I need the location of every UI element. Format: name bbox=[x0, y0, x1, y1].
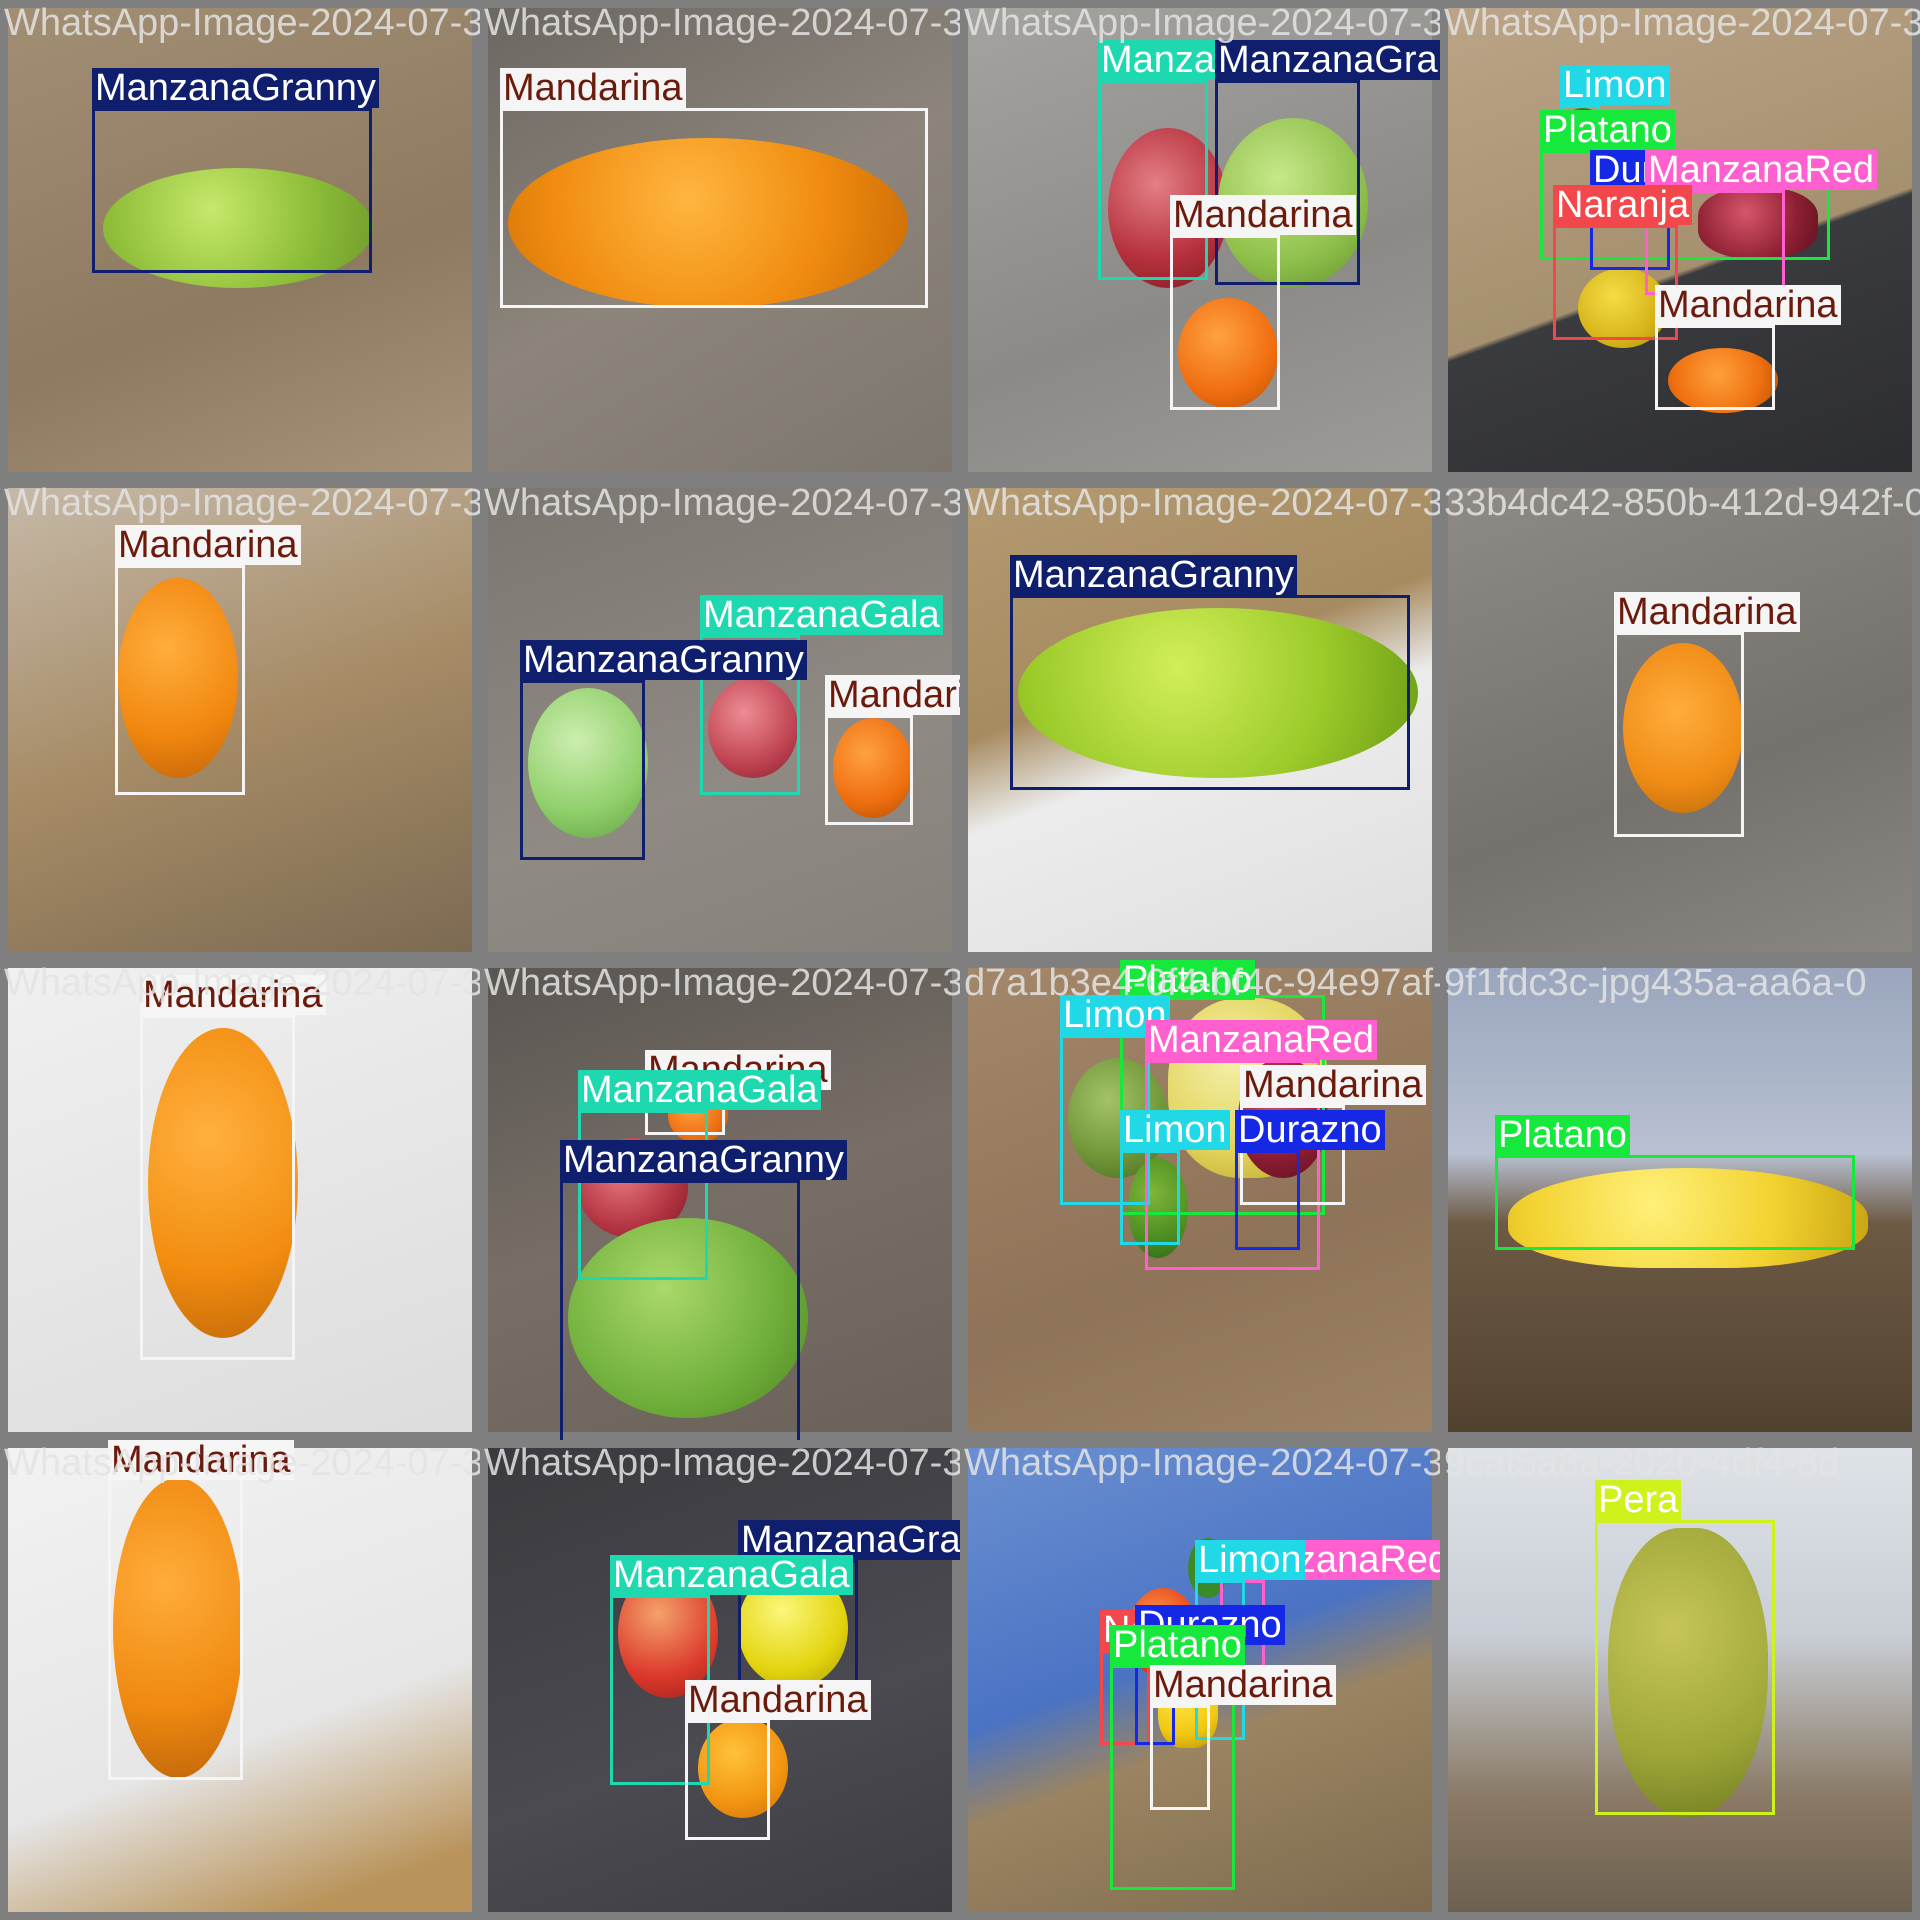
mosaic-tile: WhatsApp-Image-2024-07-31-at-10.21.53-AM… bbox=[480, 0, 960, 480]
mosaic-tile: 9f1fdc3c-jpg435a-aa6a-0 Platano bbox=[1440, 960, 1920, 1440]
class-label-platano: Platano bbox=[1495, 1115, 1630, 1155]
mosaic-tile: WhatsApp-Image-2024-07-31-at-10.21.51-AM… bbox=[0, 0, 480, 480]
bounding-box-pera bbox=[1595, 1520, 1775, 1815]
mosaic-tile: WhatsApp-Image-2024-07-31-at-10.21.52-AM… bbox=[480, 960, 960, 1440]
mosaic-tile: WhatsApp-Image-2024-07-31-at-10.22.36-AM… bbox=[1440, 0, 1920, 480]
bounding-box-mandarina bbox=[108, 1475, 243, 1780]
class-label-durazno: Durazno bbox=[1235, 1110, 1385, 1150]
class-label-manzanagala: ManzanaGala bbox=[700, 595, 943, 635]
class-label-manzanagala: ManzanaGala bbox=[610, 1555, 853, 1595]
class-label-pera: Pera bbox=[1595, 1480, 1682, 1520]
class-label-mandarina: Mandarina bbox=[108, 1440, 294, 1480]
class-label-mandarina: Mandarina bbox=[1655, 285, 1841, 325]
mosaic-tile: WhatsApp-Image-2024-07-31-at-10.22.36-AM… bbox=[960, 0, 1440, 480]
bounding-box-manzanagranny bbox=[520, 680, 645, 860]
bounding-box-mandarina bbox=[685, 1720, 770, 1840]
mosaic-tile: WhatsApp-Image-2024-07-31-at-10.21.51-AM… bbox=[0, 960, 480, 1440]
mosaic-tile: WhatsApp-Image-2024-07-31-at-10.21.52-AM… bbox=[0, 1440, 480, 1920]
mosaic-tile: WhatsApp-Image-2024-07-31-at-10.22.33-AM… bbox=[960, 1440, 1440, 1920]
class-label-limon: Limon bbox=[1195, 1540, 1305, 1580]
bounding-box-platano bbox=[1495, 1155, 1855, 1250]
class-label-mandarina: Mandarina bbox=[500, 68, 686, 108]
class-label-manzanagranny: ManzanaGranny bbox=[1010, 555, 1297, 595]
bounding-box-manzanagranny bbox=[560, 1180, 800, 1440]
class-label-mandarina: Mandarina bbox=[1240, 1065, 1426, 1105]
class-label-manzanared: ManzanaRed bbox=[1145, 1020, 1378, 1060]
bounding-box-mandarina bbox=[1655, 325, 1775, 410]
bounding-box-mandarina bbox=[1170, 235, 1280, 410]
class-label-limon: Limon bbox=[1120, 1110, 1230, 1150]
class-label-manzanagranny: ManzanaGranny bbox=[1215, 40, 1440, 80]
mosaic-tile: d7a1b3e4-0f4-bf4c-94e97af-df03PlatanoLim… bbox=[960, 960, 1440, 1440]
class-label-platano: Platano bbox=[1110, 1625, 1245, 1665]
class-label-manzanagranny: ManzanaGranny bbox=[92, 68, 379, 108]
mosaic-grid: WhatsApp-Image-2024-07-31-at-10.21.51-AM… bbox=[0, 0, 1920, 1920]
bounding-box-limon bbox=[1120, 1150, 1180, 1245]
bounding-box-mandarina bbox=[825, 715, 913, 825]
bounding-box-durazno bbox=[1235, 1150, 1300, 1250]
class-label-mandarina: Mandarina bbox=[1170, 195, 1356, 235]
bounding-box-mandarina bbox=[1150, 1705, 1210, 1810]
class-label-mandarina: Mandarina bbox=[685, 1680, 871, 1720]
class-label-mandarina: Mandarina bbox=[1614, 592, 1800, 632]
class-label-limon: Limon bbox=[1560, 65, 1670, 105]
class-label-manzanagranny: ManzanaGranny bbox=[560, 1140, 847, 1180]
mosaic-tile: WhatsApp-Image-2024-07-31-at-10.21.51-AM… bbox=[0, 480, 480, 960]
bounding-box-manzanagranny bbox=[1010, 595, 1410, 790]
bounding-box-mandarina bbox=[500, 108, 928, 308]
class-label-manzanagala: ManzanaGala bbox=[578, 1070, 821, 1110]
mosaic-tile: 9cat5a8a-2020-4df4-8d Pera bbox=[1440, 1440, 1920, 1920]
bounding-box-manzanagranny bbox=[92, 108, 372, 273]
class-label-mandarina: Mandarina bbox=[115, 525, 301, 565]
class-label-mandarina: Mandarina bbox=[140, 975, 326, 1015]
bounding-box-mandarina bbox=[1614, 632, 1744, 837]
class-label-platano: Platano bbox=[1540, 110, 1675, 150]
mosaic-tile: WhatsApp-Image-2024-07-31-at-10.21.52-AM… bbox=[480, 1440, 960, 1920]
mosaic-tile: WhatsApp-Image-2024-07-31-at-10.21.51-AM… bbox=[480, 480, 960, 960]
mosaic-tile: WhatsApp-Image-2024-07-31-at-10.22.27-AM… bbox=[960, 480, 1440, 960]
bounding-box-mandarina bbox=[115, 565, 245, 795]
class-label-manzanagranny: ManzanaGranny bbox=[520, 640, 807, 680]
bounding-box-mandarina bbox=[140, 1015, 295, 1360]
class-label-mandarina: Mandarina bbox=[1150, 1665, 1336, 1705]
class-label-naranja: Naranja bbox=[1553, 185, 1693, 225]
mosaic-tile: 33b4dc42-850b-412d-942f-04 Mandarina bbox=[1440, 480, 1920, 960]
class-label-mandarina: Mandarina bbox=[825, 675, 960, 715]
